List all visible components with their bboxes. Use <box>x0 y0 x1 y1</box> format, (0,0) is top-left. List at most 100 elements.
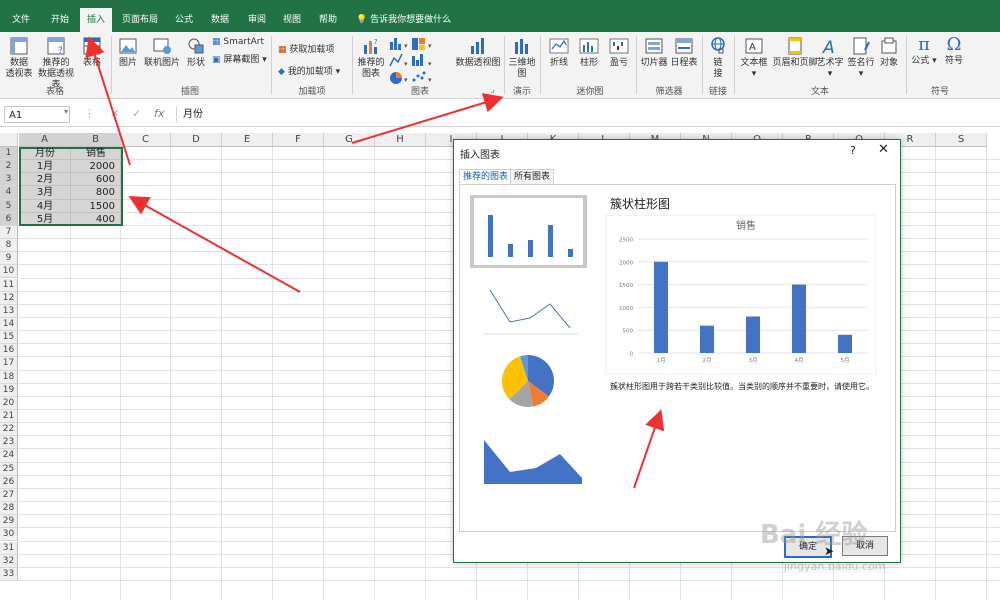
row-header[interactable]: 9 <box>0 252 18 266</box>
tab-recommended-charts[interactable]: 推荐的图表 <box>459 169 513 184</box>
column-header[interactable]: H <box>375 133 426 147</box>
tab-help[interactable]: 帮助 <box>312 8 344 32</box>
textbox-button[interactable]: A 文本框 ▾ <box>738 36 770 80</box>
column-header[interactable]: E <box>222 133 273 147</box>
thumb-clustered-column[interactable] <box>470 195 587 268</box>
row-header[interactable]: 10 <box>0 265 18 279</box>
cancel-icon[interactable]: ✕ <box>110 107 119 120</box>
row-header[interactable]: 16 <box>0 344 18 358</box>
symbol-button[interactable]: Ω 符号 <box>940 34 968 67</box>
row-header[interactable]: 30 <box>0 528 18 542</box>
close-button[interactable]: ✕ <box>878 142 889 157</box>
row-header[interactable]: 21 <box>0 410 18 424</box>
tab-insert[interactable]: 插入 <box>80 8 112 32</box>
cell[interactable]: 800 <box>71 186 121 199</box>
row-header[interactable]: 3 <box>0 173 18 187</box>
column-header[interactable]: F <box>273 133 324 147</box>
tab-all-charts[interactable]: 所有图表 <box>510 169 555 184</box>
formula-input[interactable]: 月份 <box>176 106 1000 123</box>
row-header[interactable]: 15 <box>0 331 18 345</box>
row-header[interactable]: 13 <box>0 304 18 318</box>
row-header[interactable]: 29 <box>0 515 18 529</box>
select-all-corner[interactable] <box>0 133 18 147</box>
picture-button[interactable]: 图片 <box>114 36 142 69</box>
get-addins-button[interactable]: ▦ 获取加载项 <box>278 42 334 55</box>
cell[interactable]: 销售 <box>71 147 121 160</box>
wordart-button[interactable]: A 艺术字 ▾ <box>814 36 846 80</box>
sparkline-line-button[interactable]: 折线 <box>544 36 574 69</box>
row-header[interactable]: 18 <box>0 370 18 384</box>
row-header[interactable]: 19 <box>0 383 18 397</box>
recommended-charts-button[interactable]: ? 推荐的 图表 <box>356 36 386 80</box>
shapes-button[interactable]: 形状 <box>182 36 210 69</box>
row-header[interactable]: 20 <box>0 396 18 410</box>
tab-home[interactable]: 开始 <box>42 8 78 32</box>
row-header[interactable]: 27 <box>0 488 18 503</box>
cell[interactable]: 600 <box>71 173 121 186</box>
thumb-area[interactable] <box>470 420 587 493</box>
row-header[interactable]: 26 <box>0 475 18 489</box>
tab-view[interactable]: 视图 <box>276 8 308 32</box>
tab-formulas[interactable]: 公式 <box>168 8 200 32</box>
cell[interactable]: 2月 <box>19 173 71 186</box>
row-header[interactable]: 8 <box>0 239 18 253</box>
link-button[interactable]: 链接 <box>704 36 732 80</box>
sparkline-winloss-button[interactable]: 盈亏 <box>604 36 634 69</box>
row-header[interactable]: 14 <box>0 317 18 332</box>
signature-line-button[interactable]: 签名行 ▾ <box>846 36 876 80</box>
row-header[interactable]: 5 <box>0 199 18 213</box>
sparkline-column-button[interactable]: 柱形 <box>574 36 604 69</box>
row-header[interactable]: 12 <box>0 291 18 305</box>
smartart-button[interactable]: ▦ SmartArt <box>212 37 264 47</box>
3d-map-button[interactable]: 三维地图 <box>507 36 537 80</box>
cell[interactable]: 3月 <box>19 186 71 199</box>
timeline-button[interactable]: 日程表 <box>668 36 700 69</box>
chart-dialog-launcher[interactable]: ⌟ <box>491 86 494 94</box>
cell[interactable]: 2000 <box>71 160 121 173</box>
equation-button[interactable]: π 公式 ▾ <box>910 34 938 67</box>
row-header[interactable]: 24 <box>0 449 18 463</box>
name-box-dropdown-icon[interactable]: ▾ <box>64 107 68 116</box>
slicer-button[interactable]: 切片器 <box>638 36 670 69</box>
thumb-line[interactable] <box>470 270 587 343</box>
pivot-table-button[interactable]: 数据 透视表 <box>2 36 36 80</box>
help-button[interactable]: ? <box>850 144 856 157</box>
column-header[interactable]: G <box>324 133 375 147</box>
tab-review[interactable]: 审阅 <box>240 8 274 32</box>
row-header[interactable]: 22 <box>0 423 18 437</box>
row-header[interactable]: 31 <box>0 541 18 555</box>
header-footer-button[interactable]: 页眉和页脚 <box>772 36 818 69</box>
row-header[interactable]: 11 <box>0 278 18 292</box>
row-header[interactable]: 2 <box>0 160 18 174</box>
cell[interactable]: 4月 <box>19 200 71 213</box>
cell[interactable]: 400 <box>71 213 121 226</box>
tab-page-layout[interactable]: 页面布局 <box>116 8 164 32</box>
object-button[interactable]: 对象 <box>876 36 902 69</box>
enter-icon[interactable]: ✓ <box>132 107 141 120</box>
name-box[interactable]: A1 <box>4 106 70 123</box>
row-header[interactable]: 28 <box>0 502 18 516</box>
tell-me-box[interactable]: 💡 告诉我你想要做什么 <box>356 8 451 32</box>
row-header[interactable]: 1 <box>0 147 18 161</box>
pivot-chart-button[interactable]: 数据透视图 <box>454 36 502 69</box>
row-header[interactable]: 32 <box>0 554 18 568</box>
recommended-pivot-button[interactable]: ? 推荐的 数据透视表 <box>34 36 78 91</box>
column-header[interactable]: A <box>19 133 71 147</box>
cell[interactable]: 月份 <box>19 147 71 160</box>
column-header[interactable]: S <box>936 133 987 147</box>
screenshot-button[interactable]: ▣ 屏幕截图 ▾ <box>212 52 267 65</box>
column-header[interactable]: C <box>121 133 171 147</box>
row-header[interactable]: 25 <box>0 462 18 476</box>
column-header[interactable]: B <box>71 133 121 147</box>
row-header[interactable]: 17 <box>0 357 18 371</box>
tab-data[interactable]: 数据 <box>204 8 236 32</box>
insert-function-icon[interactable]: fx <box>154 107 164 120</box>
tab-file[interactable]: 文件 <box>4 8 38 32</box>
online-picture-button[interactable]: 联机图片 <box>142 36 182 69</box>
column-header[interactable]: D <box>171 133 222 147</box>
chart-type-gallery[interactable]: ▾ ▾ ▾ ▾ ▾ ▾ <box>388 36 450 86</box>
thumb-pie[interactable] <box>470 345 587 418</box>
row-header[interactable]: 7 <box>0 225 18 240</box>
cell[interactable]: 1月 <box>19 160 71 173</box>
row-header[interactable]: 4 <box>0 186 18 200</box>
